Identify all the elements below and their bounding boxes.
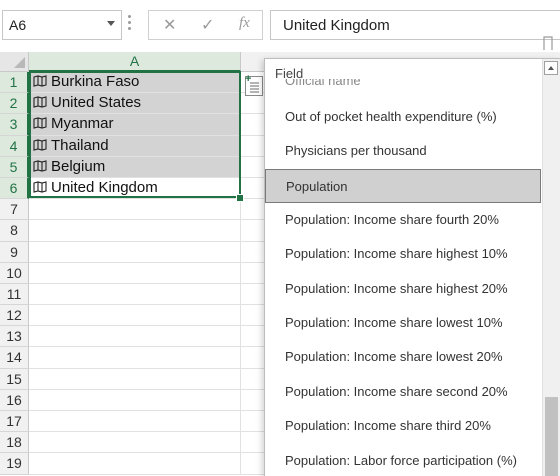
insert-data-icon[interactable]: + [245, 73, 263, 96]
selection-border [29, 71, 241, 198]
row-header[interactable]: 6 [0, 177, 29, 200]
cell-empty[interactable] [29, 347, 241, 368]
row-headers: 1 2 3 4 5 6 7 8 9 10 11 12 13 14 15 16 1… [0, 72, 29, 475]
cell-empty[interactable] [29, 220, 241, 241]
row-header[interactable]: 2 [0, 93, 29, 115]
row-header[interactable]: 4 [0, 135, 29, 157]
cell-empty[interactable] [29, 262, 241, 283]
list-item[interactable]: Population: Income share highest 20% [265, 272, 541, 306]
list-item[interactable]: Population: Labor force participation (%… [265, 444, 541, 476]
expand-formula-bar-icon[interactable] [541, 34, 555, 52]
fill-handle[interactable] [236, 194, 244, 202]
row-header[interactable]: 3 [0, 114, 29, 136]
scrollbar-thumb[interactable] [545, 397, 558, 476]
row-header[interactable]: 9 [0, 241, 29, 263]
cell-empty[interactable] [29, 411, 241, 432]
cell-empty[interactable] [29, 305, 241, 326]
row-header[interactable]: 14 [0, 347, 29, 369]
cell-empty[interactable] [29, 326, 241, 347]
list-item[interactable]: Population: Income share second 20% [265, 375, 541, 409]
row-header[interactable]: 5 [0, 156, 29, 178]
scroll-up-button[interactable] [544, 61, 558, 75]
enter-icon[interactable]: ✓ [201, 15, 214, 35]
row-header[interactable]: 18 [0, 432, 29, 454]
cell-empty[interactable] [29, 389, 241, 410]
name-box[interactable]: A6 [2, 10, 122, 40]
cell-empty[interactable] [29, 283, 241, 305]
cell-empty[interactable] [29, 432, 241, 453]
chevron-down-icon[interactable] [107, 21, 115, 26]
list-lines-icon [250, 82, 259, 93]
row-header[interactable]: 16 [0, 389, 29, 411]
insert-function-button[interactable]: fx [239, 15, 250, 32]
row-header[interactable]: 13 [0, 326, 29, 348]
column-header-a[interactable]: A [29, 52, 241, 72]
cancel-icon[interactable]: ✕ [163, 15, 176, 35]
row-header[interactable]: 7 [0, 199, 29, 221]
more-options-icon[interactable] [128, 13, 132, 37]
name-box-value: A6 [9, 17, 27, 33]
list-item[interactable]: Out of pocket health expenditure (%) [265, 100, 541, 134]
list-item[interactable]: Population: Income share lowest 10% [265, 306, 541, 340]
row-header[interactable]: 19 [0, 453, 29, 475]
row-header[interactable]: 12 [0, 305, 29, 327]
select-all-button[interactable] [0, 52, 29, 72]
row-header[interactable]: 15 [0, 368, 29, 390]
list-item-partial[interactable]: Official name [285, 79, 361, 87]
list-item-selected[interactable]: Population [265, 169, 541, 203]
cell-empty[interactable] [29, 368, 241, 389]
row-header[interactable]: 8 [0, 220, 29, 242]
row-header[interactable]: 17 [0, 411, 29, 433]
cell-empty[interactable] [29, 241, 241, 262]
formula-input[interactable]: United Kingdom [270, 10, 560, 40]
scrollbar[interactable] [542, 59, 560, 476]
list-item[interactable]: Population: Income share third 20% [265, 409, 541, 443]
row-header[interactable]: 10 [0, 262, 29, 284]
list-item[interactable]: Population: Income share lowest 20% [265, 340, 541, 374]
list-item[interactable]: Population: Income share fourth 20% [265, 203, 541, 237]
row-header[interactable]: 11 [0, 283, 29, 306]
row-header[interactable]: 1 [0, 72, 29, 94]
cell-empty[interactable] [29, 453, 241, 474]
list-item[interactable]: Physicians per thousand [265, 134, 541, 168]
cell-empty[interactable] [29, 199, 241, 220]
formula-buttons: ✕ ✓ fx [148, 10, 263, 40]
list-item[interactable]: Population: Income share highest 10% [265, 237, 541, 271]
field-picker-panel: Field Official name Out of pocket health… [264, 58, 560, 476]
formula-value: United Kingdom [283, 17, 390, 34]
